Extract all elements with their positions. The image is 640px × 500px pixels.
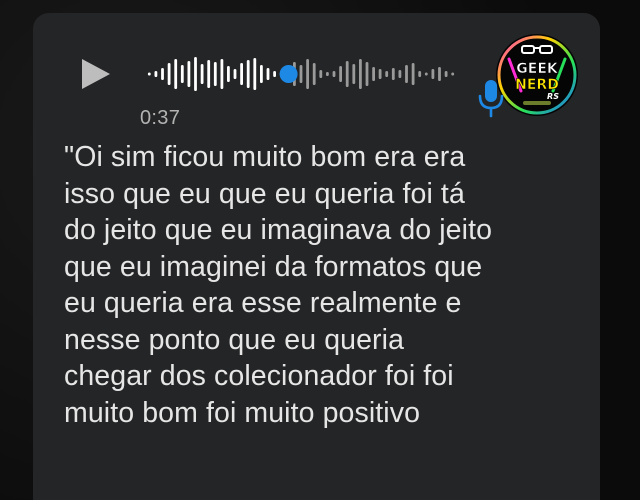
waveform-bar [180,65,184,83]
geek-nerd-logo: GEEK NERD RS [496,34,578,116]
logo-text-geek: GEEK [516,61,559,77]
waveform-bar [260,65,263,83]
transcript-line: do jeito que eu imaginava do jeito [64,214,493,246]
transcript-line: chegar dos colecionador foi foi [64,360,454,392]
waveform-bar [220,59,224,89]
logo-text-rs: RS [547,92,559,101]
transcript-line: muito bom foi muito positivo [64,396,421,429]
voice-duration: 0:37 [140,107,181,129]
waveform-bar [227,66,230,82]
waveform-bar [405,65,408,83]
play-icon[interactable] [80,57,112,91]
waveform-bar [273,71,276,77]
waveform-bar [312,63,316,85]
waveform-bar [240,63,243,85]
waveform-bar [431,69,435,79]
waveform-bar [332,71,336,77]
transcript-line: "Oi sim ficou muito bom era era [64,141,466,173]
waveform-bar [418,71,422,77]
waveform-bar [345,61,349,87]
waveform-bar [372,67,375,81]
waveform-bar [365,62,369,86]
waveform-bar [154,71,158,77]
waveform-bar [207,60,211,88]
avatar[interactable]: GEEK NERD RS [495,33,579,117]
waveform-bar [213,62,217,86]
waveform-bar [438,67,441,81]
waveform-bar [339,66,342,82]
waveform-bar [398,70,402,78]
waveform-bar [233,69,237,79]
waveform-bar [411,63,415,85]
transcript-line: eu queria era esse realmente e [64,287,462,319]
transcript-line: que eu imaginei da formatos que [64,250,483,283]
waveform-bar [194,57,197,91]
screen: 0:37 GEEK NERD RS "Oi sim ficou muito bo… [0,0,640,500]
waveform-bar [246,60,250,88]
logo-text-nerd: NERD [515,77,559,93]
waveform-bar [385,71,389,77]
waveform-bar [200,64,204,84]
waveform-bar [424,72,428,76]
waveform-bar [359,59,362,89]
waveform-bar [299,65,303,83]
waveform-bar [352,64,356,84]
waveform-bar [378,69,382,79]
waveform-bar [147,72,151,76]
waveform-bar [187,61,191,87]
microphone-icon [478,80,504,118]
waveform-bar [326,72,329,76]
transcript-line: nesse ponto que eu queria [64,323,405,356]
waveform-bar [161,68,164,80]
voice-transcript: "Oi sim ficou muito bom era era isso que… [64,139,584,431]
waveform-bar [167,63,171,85]
waveform-bar [451,72,455,76]
transcript-line: isso que eu que eu queria foi tá [64,177,465,210]
waveform-bar [306,59,309,89]
waveform-bar [444,71,448,77]
waveform-bar [391,68,395,80]
waveform-bar [266,68,270,80]
waveform-bar [319,70,323,78]
waveform-bar [253,58,257,90]
audio-waveform[interactable] [146,52,456,96]
waveform-bar [174,59,178,89]
playback-position-handle[interactable] [279,65,298,83]
